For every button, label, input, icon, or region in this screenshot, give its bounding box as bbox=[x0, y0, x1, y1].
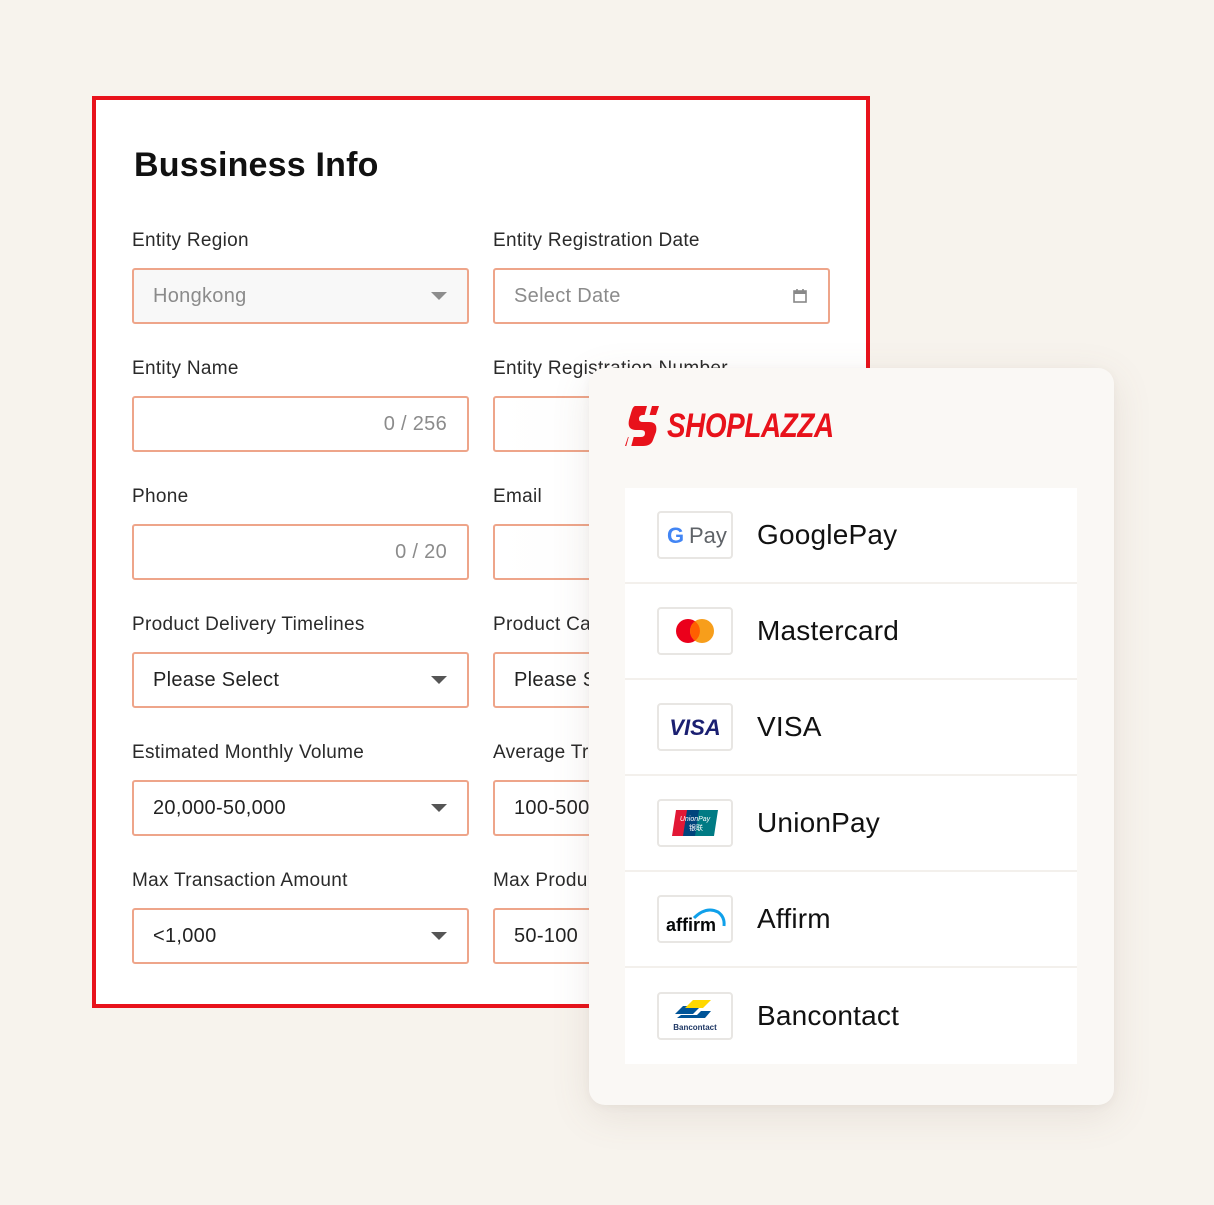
product-category-label: Product Ca bbox=[493, 614, 592, 635]
visa-logo: VISA bbox=[657, 703, 733, 751]
product-delivery-timelines-label: Product Delivery Timelines bbox=[132, 614, 365, 635]
svg-text:UnionPay: UnionPay bbox=[680, 816, 711, 823]
chevron-down-icon bbox=[431, 804, 447, 812]
estimated-monthly-volume-select[interactable]: 20,000-50,000 bbox=[132, 780, 469, 836]
mastercard-logo bbox=[657, 607, 733, 655]
payment-methods-card: SHOPLAZZA G Pay GooglePay Mastercard VIS… bbox=[589, 368, 1114, 1105]
product-delivery-timelines-select[interactable]: Please Select bbox=[132, 652, 469, 708]
entity-region-value: Hongkong bbox=[153, 284, 247, 307]
svg-text:Pay: Pay bbox=[689, 523, 727, 548]
entity-name-label: Entity Name bbox=[132, 358, 239, 379]
phone-input[interactable]: 0 / 20 bbox=[132, 524, 469, 580]
entity-name-input[interactable]: 0 / 256 bbox=[132, 396, 469, 452]
product-delivery-timelines-value: Please Select bbox=[153, 668, 280, 691]
max-product-label: Max Produ bbox=[493, 870, 588, 891]
shoplazza-logo: SHOPLAZZA bbox=[625, 406, 870, 446]
shoplazza-s-icon bbox=[625, 406, 659, 446]
affirm-logo: affirm bbox=[657, 895, 733, 943]
brand-name: SHOPLAZZA bbox=[667, 406, 834, 445]
payment-method-bancontact[interactable]: Bancontact Bancontact bbox=[625, 968, 1077, 1064]
average-transaction-label: Average Tr bbox=[493, 742, 589, 763]
calendar-icon bbox=[793, 289, 807, 303]
payment-method-visa[interactable]: VISA VISA bbox=[625, 680, 1077, 776]
unionpay-logo: UnionPay 银联 bbox=[657, 799, 733, 847]
svg-text:G: G bbox=[667, 523, 684, 548]
svg-text:银联: 银联 bbox=[689, 823, 703, 832]
svg-text:VISA: VISA bbox=[669, 715, 720, 740]
email-label: Email bbox=[493, 486, 543, 507]
max-transaction-amount-select[interactable]: <1,000 bbox=[132, 908, 469, 964]
method-name: Affirm bbox=[757, 903, 831, 934]
entity-name-counter: 0 / 256 bbox=[383, 412, 447, 435]
payment-method-mastercard[interactable]: Mastercard bbox=[625, 584, 1077, 680]
method-name: Mastercard bbox=[757, 615, 900, 646]
entity-registration-date-picker[interactable]: Select Date bbox=[493, 268, 830, 324]
form-title: Bussiness Info bbox=[134, 146, 379, 184]
entity-region-label: Entity Region bbox=[132, 230, 249, 251]
bancontact-logo: Bancontact bbox=[657, 992, 733, 1040]
phone-counter: 0 / 20 bbox=[395, 540, 447, 563]
entity-registration-date-label: Entity Registration Date bbox=[493, 230, 700, 251]
max-transaction-amount-value: <1,000 bbox=[153, 924, 217, 947]
estimated-monthly-volume-label: Estimated Monthly Volume bbox=[132, 742, 365, 763]
method-name: GooglePay bbox=[757, 519, 898, 550]
estimated-monthly-volume-value: 20,000-50,000 bbox=[153, 796, 286, 819]
svg-text:affirm: affirm bbox=[666, 915, 716, 935]
chevron-down-icon bbox=[431, 292, 447, 300]
google-pay-logo: G Pay bbox=[657, 511, 733, 559]
payment-method-affirm[interactable]: affirm Affirm bbox=[625, 872, 1077, 968]
chevron-down-icon bbox=[431, 676, 447, 684]
method-name: UnionPay bbox=[757, 807, 881, 838]
payment-method-list: G Pay GooglePay Mastercard VISA VISA Uni… bbox=[625, 488, 1077, 1064]
max-transaction-amount-label: Max Transaction Amount bbox=[132, 870, 348, 891]
payment-method-googlepay[interactable]: G Pay GooglePay bbox=[625, 488, 1077, 584]
phone-label: Phone bbox=[132, 486, 189, 507]
payment-method-unionpay[interactable]: UnionPay 银联 UnionPay bbox=[625, 776, 1077, 872]
method-name: VISA bbox=[757, 711, 822, 742]
date-placeholder: Select Date bbox=[514, 284, 621, 307]
entity-region-select[interactable]: Hongkong bbox=[132, 268, 469, 324]
svg-text:Bancontact: Bancontact bbox=[673, 1023, 717, 1032]
method-name: Bancontact bbox=[757, 1000, 900, 1031]
chevron-down-icon bbox=[431, 932, 447, 940]
